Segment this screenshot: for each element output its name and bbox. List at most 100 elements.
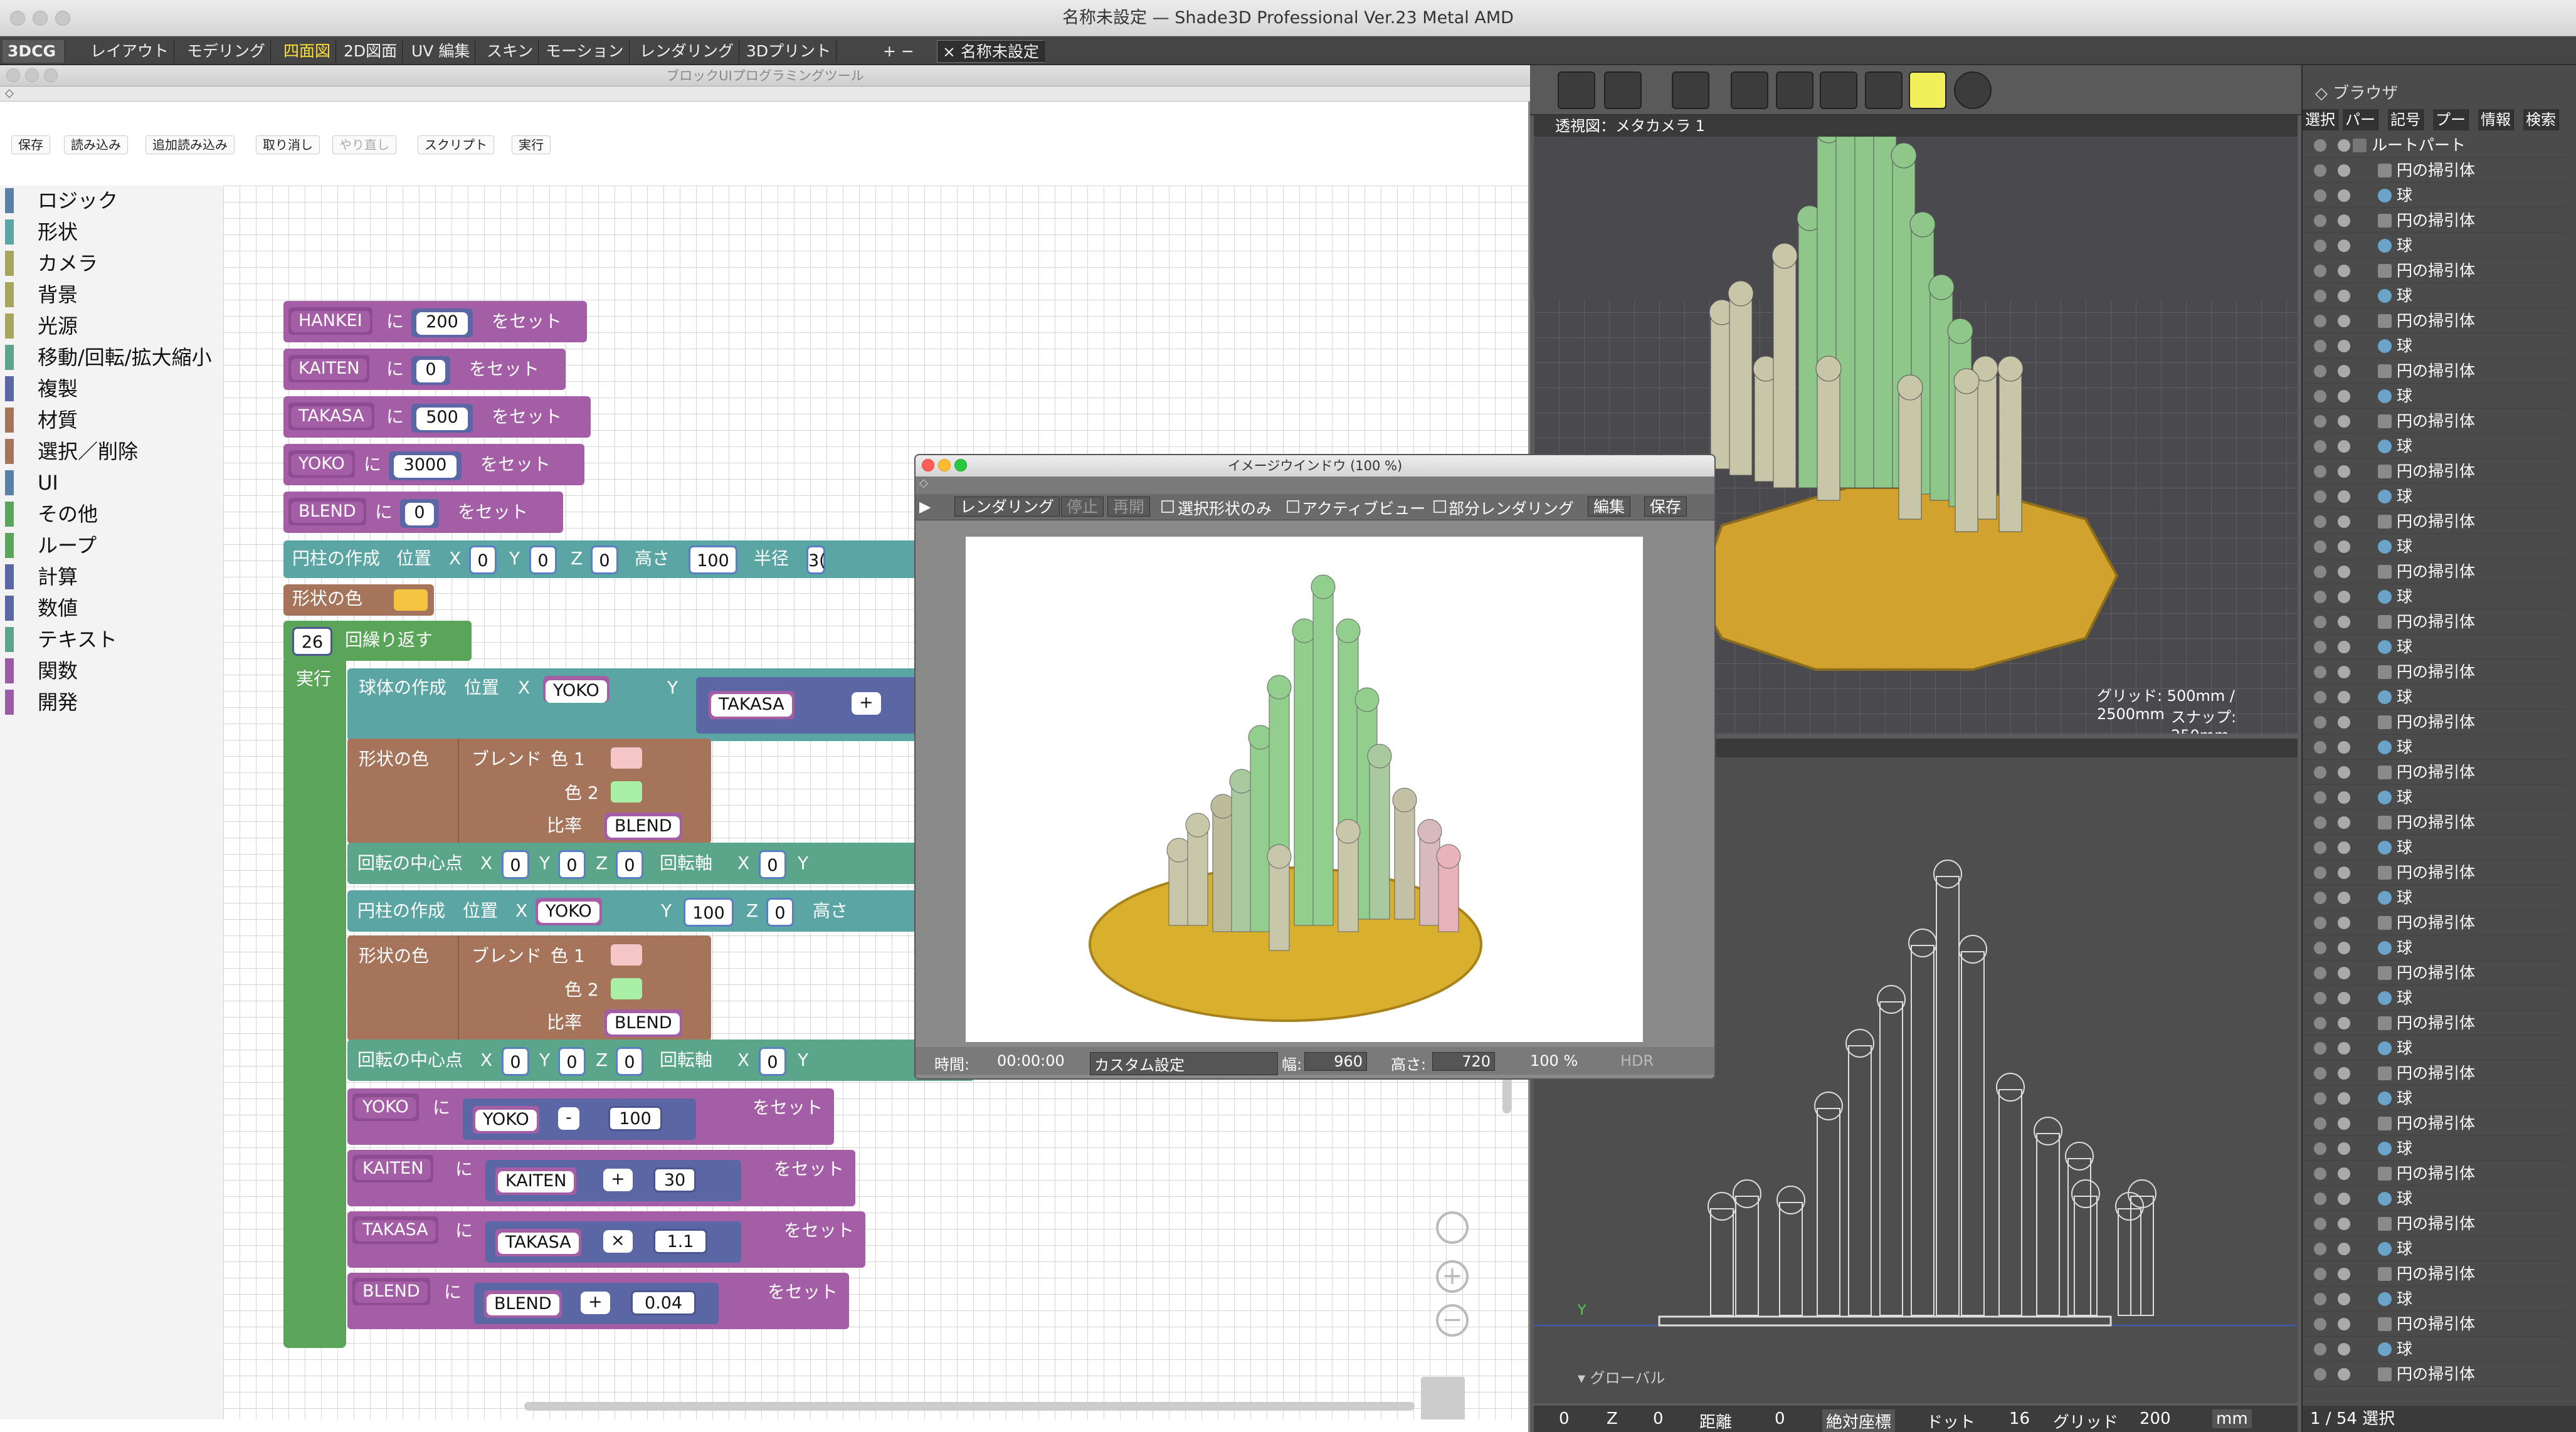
- color1-swatch[interactable]: [611, 944, 642, 966]
- browser-item-row[interactable]: 円の掃引体: [2303, 710, 2566, 735]
- visibility-icon[interactable]: [2314, 816, 2326, 829]
- variable-dropdown[interactable]: YOKO: [546, 680, 607, 703]
- tab-3dcg[interactable]: 3DCG: [3, 40, 65, 63]
- number-input[interactable]: 200: [416, 312, 468, 335]
- browser-tab-select[interactable]: 選択: [2303, 109, 2338, 130]
- browser-tab-part[interactable]: パー: [2343, 109, 2378, 130]
- render-toggle-icon[interactable]: [2338, 591, 2350, 603]
- number-input[interactable]: 0: [558, 850, 586, 879]
- category-item[interactable]: その他: [5, 500, 212, 528]
- operator-dropdown[interactable]: +: [581, 1292, 610, 1314]
- render-toggle-icon[interactable]: [2338, 465, 2350, 478]
- color2-swatch[interactable]: [611, 978, 642, 999]
- render-toggle-icon[interactable]: [2338, 340, 2350, 352]
- visibility-icon[interactable]: [2314, 340, 2326, 352]
- category-item[interactable]: 材質: [5, 406, 212, 434]
- variable-dropdown[interactable]: HANKEI: [291, 311, 370, 332]
- visibility-icon[interactable]: [2314, 791, 2326, 804]
- number-input[interactable]: 0: [469, 545, 497, 574]
- browser-item-row[interactable]: 円の掃引体: [2303, 760, 2566, 785]
- selected-only-checkbox[interactable]: [1161, 500, 1174, 513]
- browser-item-row[interactable]: 球: [2303, 534, 2566, 559]
- render-toggle-icon[interactable]: [2338, 641, 2350, 653]
- browser-item-row[interactable]: 球: [2303, 685, 2566, 710]
- image-minimize-button[interactable]: [938, 459, 951, 471]
- tab-add-remove[interactable]: + −: [878, 40, 919, 63]
- category-item[interactable]: 形状: [5, 218, 212, 246]
- browser-item-row[interactable]: 円の掃引体: [2303, 1061, 2566, 1086]
- render-toggle-icon[interactable]: [2338, 892, 2350, 904]
- set-variable-block[interactable]: TAKASA に 500 をセット: [283, 396, 591, 438]
- browser-item-row[interactable]: 円の掃引体: [2303, 1261, 2566, 1287]
- browser-item-row[interactable]: 円の掃引体: [2303, 961, 2566, 986]
- category-item[interactable]: 関数: [5, 657, 212, 685]
- visibility-icon[interactable]: [2314, 766, 2326, 779]
- visibility-icon[interactable]: [2314, 1067, 2326, 1080]
- color2-swatch[interactable]: [611, 781, 642, 803]
- browser-item-row[interactable]: 球: [2303, 735, 2566, 760]
- edit-button[interactable]: 編集: [1588, 497, 1631, 517]
- number-input[interactable]: 0: [759, 850, 786, 879]
- visibility-icon[interactable]: [2314, 540, 2326, 553]
- tab-motion[interactable]: モーション: [541, 40, 630, 63]
- browser-item-row[interactable]: 円の掃引体: [2303, 409, 2566, 434]
- render-toggle-icon[interactable]: [2338, 766, 2350, 779]
- browser-item-row[interactable]: 球: [2303, 1086, 2566, 1111]
- render-toggle-icon[interactable]: [2338, 164, 2350, 177]
- browser-item-row[interactable]: 円の掃引体: [2303, 158, 2566, 183]
- globe-tool-icon[interactable]: [1865, 71, 1903, 109]
- set-variable-block[interactable]: BLEND に 0 をセット: [283, 492, 563, 533]
- browser-item-row[interactable]: 球: [2303, 885, 2566, 910]
- category-item[interactable]: カメラ: [5, 250, 212, 277]
- trash-icon[interactable]: [1421, 1377, 1465, 1419]
- browser-item-row[interactable]: 円の掃引体: [2303, 1312, 2566, 1337]
- browser-item-row[interactable]: 球: [2303, 233, 2566, 258]
- visibility-icon[interactable]: [2314, 666, 2326, 678]
- variable-dropdown[interactable]: BLEND: [607, 1013, 680, 1035]
- visibility-icon[interactable]: [2314, 866, 2326, 879]
- browser-item-row[interactable]: 円の掃引体: [2303, 1211, 2566, 1236]
- create-sphere-block[interactable]: 球体の作成 位置 X YOKO Y TAKASA +: [347, 668, 984, 741]
- category-item[interactable]: 計算: [5, 563, 212, 591]
- stop-button[interactable]: 停止: [1061, 497, 1104, 517]
- browser-item-row[interactable]: 球: [2303, 1287, 2566, 1312]
- minimize-traffic-light[interactable]: [33, 11, 48, 26]
- category-item[interactable]: ロジック: [5, 187, 212, 214]
- active-view-checkbox[interactable]: [1287, 500, 1299, 513]
- width-input[interactable]: 960: [1304, 1052, 1367, 1071]
- unit-select[interactable]: mm: [2212, 1409, 2252, 1428]
- render-toggle-icon[interactable]: [2338, 214, 2350, 227]
- browser-item-row[interactable]: 円の掃引体: [2303, 559, 2566, 584]
- visibility-icon[interactable]: [2314, 1142, 2326, 1155]
- browser-item-row[interactable]: 球: [2303, 835, 2566, 860]
- visibility-icon[interactable]: [2314, 1318, 2326, 1330]
- render-toggle-icon[interactable]: [2338, 365, 2350, 377]
- render-toggle-icon[interactable]: [2338, 440, 2350, 453]
- category-item[interactable]: 数値: [5, 594, 212, 622]
- browser-tab-search[interactable]: 検索: [2523, 109, 2559, 130]
- number-input[interactable]: 0: [529, 545, 557, 574]
- hdr-checkbox[interactable]: HDR: [1620, 1052, 1654, 1070]
- browser-item-row[interactable]: 球: [2303, 785, 2566, 810]
- color1-swatch[interactable]: [611, 747, 642, 769]
- mesh-tool-icon[interactable]: [1731, 71, 1768, 109]
- visibility-icon[interactable]: [2314, 139, 2326, 152]
- render-toggle-icon[interactable]: [2338, 1142, 2350, 1155]
- render-toggle-icon[interactable]: [2338, 741, 2350, 754]
- browser-item-row[interactable]: 球: [2303, 634, 2566, 660]
- visibility-icon[interactable]: [2314, 265, 2326, 277]
- visibility-icon[interactable]: [2314, 1167, 2326, 1180]
- tab-2d-drawing[interactable]: 2D図面: [339, 40, 403, 63]
- visibility-icon[interactable]: [2314, 992, 2326, 1004]
- browser-tab-symbol[interactable]: 記号: [2388, 109, 2424, 130]
- math-expression[interactable]: BLEND +0.04: [474, 1283, 719, 1324]
- rotation-center-block[interactable]: 回転の中心点 X 0 Y 0 Z 0 回転軸 X 0 Y: [347, 1040, 974, 1081]
- visibility-icon[interactable]: [2314, 1243, 2326, 1255]
- render-toggle-icon[interactable]: [2338, 240, 2350, 252]
- visibility-icon[interactable]: [2314, 716, 2326, 729]
- preset-select[interactable]: カスタム設定: [1090, 1052, 1278, 1075]
- math-expression[interactable]: YOKO - 100: [463, 1098, 696, 1140]
- render-toggle-icon[interactable]: [2338, 992, 2350, 1004]
- browser-item-row[interactable]: 円の掃引体: [2303, 1161, 2566, 1186]
- render-toggle-icon[interactable]: [2338, 1042, 2350, 1055]
